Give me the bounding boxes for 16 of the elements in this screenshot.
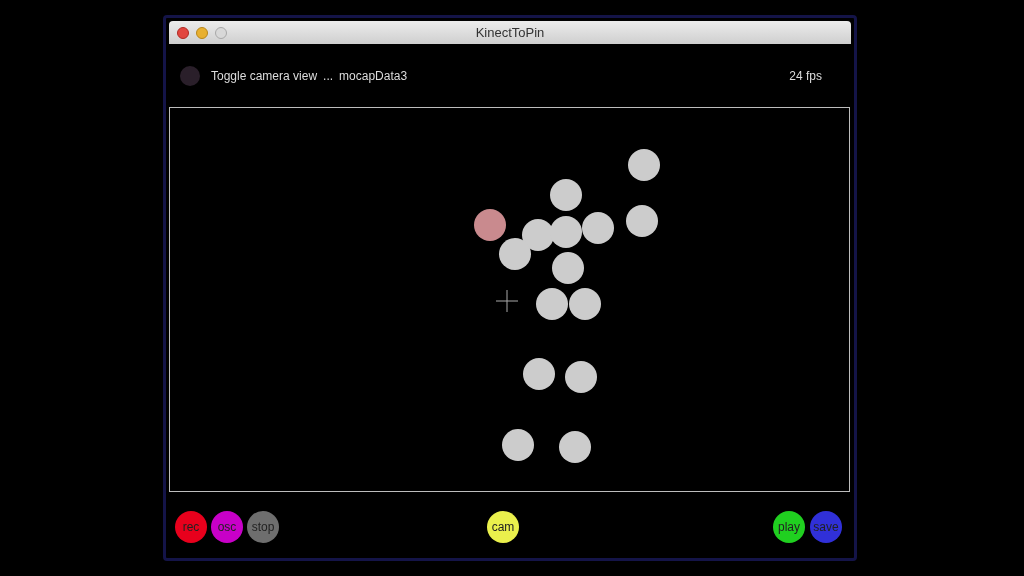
- toggle-button[interactable]: [180, 65, 200, 86]
- file-name: mocapData3: [339, 67, 408, 85]
- fps-label: 24 fps: [789, 67, 822, 85]
- toggle-label: Toggle camera view: [211, 67, 318, 85]
- crosshair-icon: [495, 289, 519, 313]
- circle-button[interactable]: osc: [211, 510, 243, 543]
- zoom-icon[interactable]: [215, 26, 227, 39]
- separator: ...: [323, 67, 334, 85]
- minimize-icon[interactable]: [196, 26, 208, 39]
- close-icon[interactable]: [177, 26, 189, 39]
- circle-button[interactable]: stop: [247, 510, 279, 543]
- window-title: KinectToPin: [475, 23, 545, 42]
- circle-button[interactable]: rec: [175, 510, 207, 543]
- circle-button[interactable]: play: [773, 510, 805, 543]
- circle-button[interactable]: cam: [487, 510, 519, 543]
- circle-button[interactable]: save: [810, 510, 842, 543]
